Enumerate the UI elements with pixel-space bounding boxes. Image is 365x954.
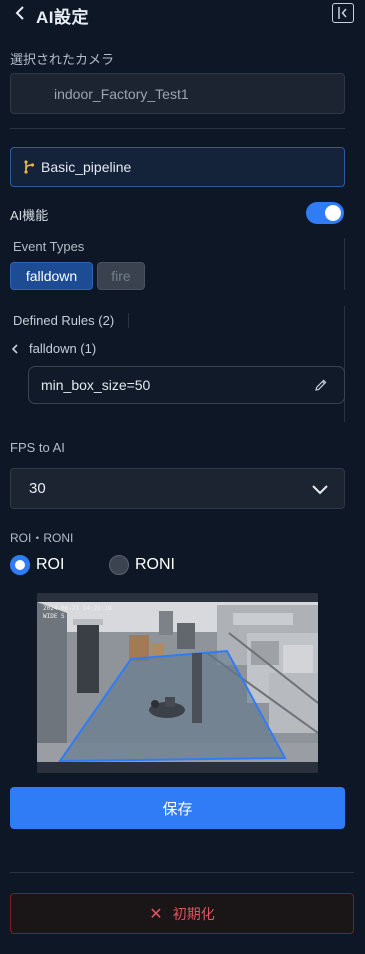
fps-value: 30 — [29, 480, 46, 497]
camera-scene — [37, 593, 318, 773]
ai-function-toggle[interactable] — [306, 202, 344, 224]
pipeline-name: Basic_pipeline — [41, 159, 132, 175]
divider — [344, 306, 345, 422]
branch-icon — [23, 160, 35, 174]
radio-unselected-icon — [109, 555, 129, 575]
chevron-left-icon — [11, 343, 18, 354]
sidebar-collapse-icon — [338, 7, 347, 19]
defined-rules-label: Defined Rules (2) — [13, 313, 115, 328]
roi-radio-label: ROI — [36, 556, 65, 573]
ai-function-label: AI機能 — [10, 208, 49, 223]
preview-timestamp: 2024-06-21 14:21:19 — [43, 605, 112, 612]
radio-selected-icon — [10, 555, 30, 575]
page-title: AI設定 — [36, 8, 89, 27]
event-types-label: Event Types — [13, 239, 85, 254]
roi-section-label: ROI・RONI — [10, 531, 74, 545]
fps-label: FPS to AI — [10, 440, 65, 455]
save-button[interactable]: 保存 — [10, 787, 345, 829]
fps-select[interactable]: 30 — [10, 468, 345, 509]
ai-settings-panel: AI設定 選択されたカメラ indoor_Factory_Test1 Basic… — [0, 0, 365, 954]
rule-group-label: falldown (1) — [29, 341, 97, 356]
divider — [10, 872, 354, 873]
camera-label: 選択されたカメラ — [10, 52, 115, 67]
event-type-falldown[interactable]: falldown — [10, 262, 93, 290]
camera-name: indoor_Factory_Test1 — [54, 85, 189, 102]
back-button[interactable] — [10, 2, 30, 24]
roni-radio[interactable]: RONI — [109, 555, 175, 575]
reset-button[interactable]: ✕ 初期化 — [10, 893, 354, 934]
selected-camera-field: indoor_Factory_Test1 — [10, 73, 345, 114]
close-icon: ✕ — [149, 905, 163, 923]
camera-preview[interactable]: 2024-06-21 14:21:19 WIDE 5 — [37, 593, 318, 773]
rule-group-falldown[interactable]: falldown (1) — [10, 341, 96, 356]
divider — [10, 128, 345, 129]
rule-value: min_box_size=50 — [41, 377, 151, 393]
header: AI設定 — [0, 0, 365, 30]
reset-label: 初期化 — [172, 905, 215, 922]
chevron-down-icon — [312, 485, 328, 495]
divider — [344, 238, 345, 290]
roi-radio[interactable]: ROI — [10, 555, 64, 575]
divider — [128, 313, 129, 328]
preview-channel: WIDE 5 — [43, 613, 65, 620]
rule-item: min_box_size=50 — [28, 366, 345, 404]
collapse-panel-button[interactable] — [332, 3, 354, 23]
edit-rule-button[interactable] — [312, 376, 330, 394]
pipeline-selector[interactable]: Basic_pipeline — [10, 147, 345, 187]
pencil-icon — [315, 379, 327, 391]
toggle-knob — [325, 205, 341, 221]
roni-radio-label: RONI — [135, 556, 175, 573]
chevron-left-icon — [15, 6, 24, 20]
event-type-fire[interactable]: fire — [97, 262, 145, 290]
